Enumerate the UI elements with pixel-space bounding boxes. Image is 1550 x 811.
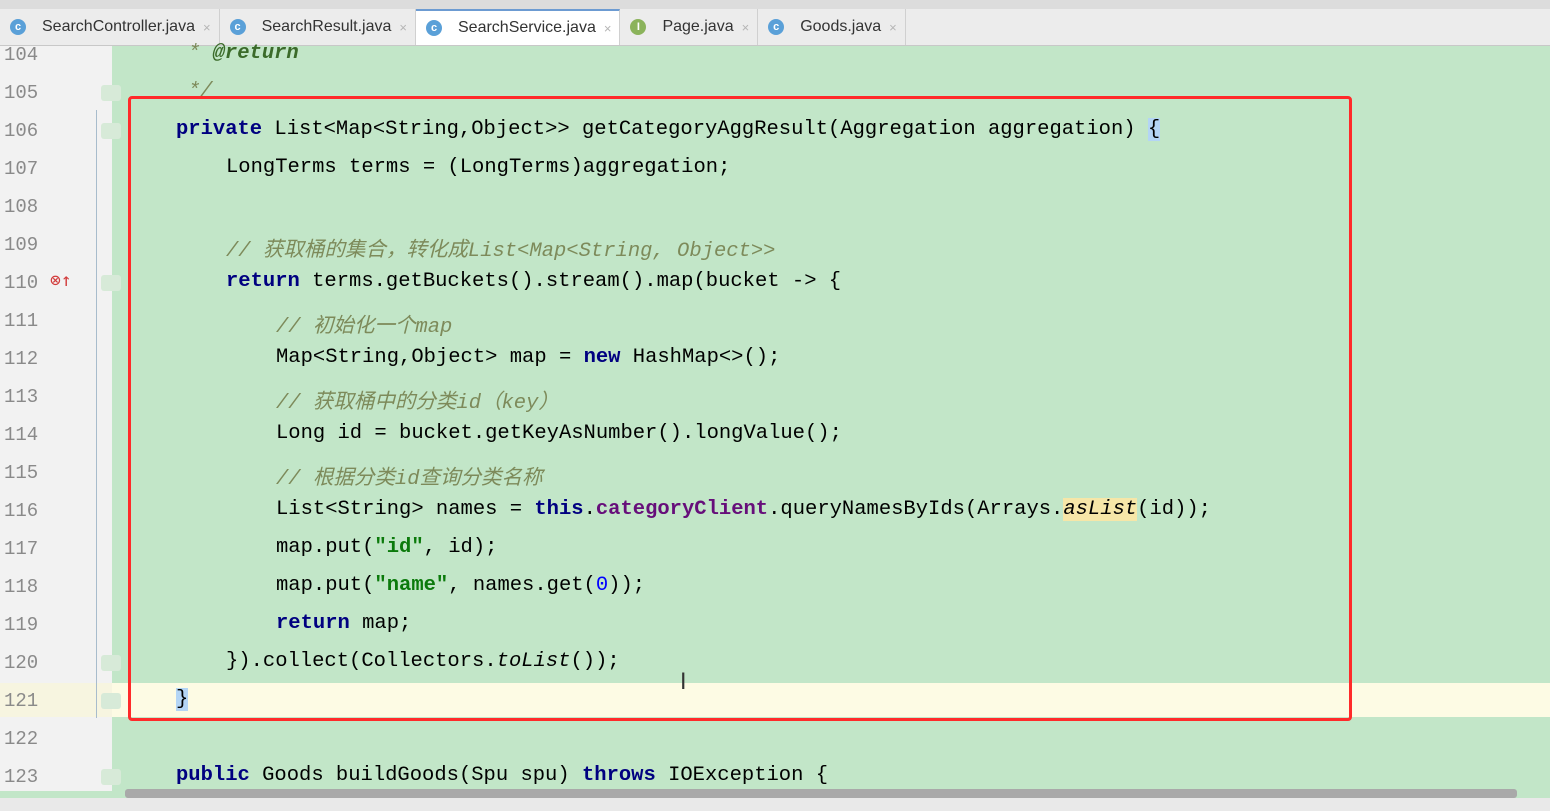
line-number: 121 <box>4 690 39 712</box>
line-number: 113 <box>4 386 39 408</box>
line-number: 104 <box>4 44 39 66</box>
horizontal-scrollbar[interactable] <box>125 789 1517 798</box>
tab-label: SearchService.java <box>458 19 596 36</box>
code-line-104[interactable]: * @return <box>188 42 299 65</box>
line-number: 108 <box>4 196 39 218</box>
tab-page[interactable]: I Page.java × <box>620 9 759 45</box>
line-number: 123 <box>4 766 39 788</box>
line-number: 114 <box>4 424 39 446</box>
line-number: 115 <box>4 462 39 484</box>
line-number: 116 <box>4 500 39 522</box>
code-text: IOException { <box>655 764 829 787</box>
keyword: public <box>176 764 250 787</box>
line-number: 117 <box>4 538 39 560</box>
close-icon[interactable]: × <box>742 20 750 35</box>
keyword: throws <box>581 764 656 787</box>
fold-marker-icon[interactable] <box>101 655 121 671</box>
method-scope-line <box>96 110 97 718</box>
close-icon[interactable]: × <box>604 21 612 36</box>
line-number: 111 <box>4 310 39 332</box>
line-number: 122 <box>4 728 39 750</box>
class-icon: c <box>10 19 26 35</box>
fold-marker-icon[interactable] <box>101 85 121 101</box>
close-icon[interactable]: × <box>203 20 211 35</box>
code-text: Goods buildGoods(Spu spu) <box>249 764 582 787</box>
line-number: 110 <box>4 272 39 294</box>
tab-label: Goods.java <box>800 18 882 35</box>
tab-searchservice[interactable]: c SearchService.java × <box>416 9 621 45</box>
line-number: 120 <box>4 652 39 674</box>
tab-label: SearchResult.java <box>261 18 392 35</box>
tab-label: SearchController.java <box>42 18 195 35</box>
line-number: 109 <box>4 234 39 256</box>
fold-marker-icon[interactable] <box>101 275 121 291</box>
line-number: 106 <box>4 120 39 142</box>
code-line-123[interactable]: public Goods buildGoods(Spu spu) throws … <box>176 764 828 787</box>
editor-tab-bar: c SearchController.java × c SearchResult… <box>0 9 1550 46</box>
tab-searchcontroller[interactable]: c SearchController.java × <box>0 9 220 45</box>
comment: * <box>188 42 213 65</box>
status-bar-partial <box>0 798 1550 811</box>
text-cursor-icon: I <box>680 670 687 695</box>
selection-highlight-box <box>128 96 1352 721</box>
tab-goods[interactable]: c Goods.java × <box>758 9 906 45</box>
interface-icon: I <box>630 19 647 35</box>
tab-label: Page.java <box>662 18 734 35</box>
line-number: 107 <box>4 158 39 180</box>
line-number: 105 <box>4 82 39 104</box>
close-icon[interactable]: × <box>889 20 897 35</box>
fold-marker-icon[interactable] <box>101 123 121 139</box>
line-number: 112 <box>4 348 39 370</box>
line-number: 118 <box>4 576 39 598</box>
class-icon: c <box>229 19 246 35</box>
fold-marker-icon[interactable] <box>101 693 121 709</box>
fold-marker-icon[interactable] <box>101 769 121 785</box>
javadoc-tag: @return <box>212 42 299 65</box>
override-marker-icon[interactable]: ⊗↑ <box>50 270 72 291</box>
close-icon[interactable]: × <box>399 20 407 35</box>
class-icon: c <box>426 20 442 36</box>
class-icon: c <box>768 19 785 35</box>
line-number: 119 <box>4 614 39 636</box>
tab-searchresult[interactable]: c SearchResult.java × <box>220 9 416 45</box>
